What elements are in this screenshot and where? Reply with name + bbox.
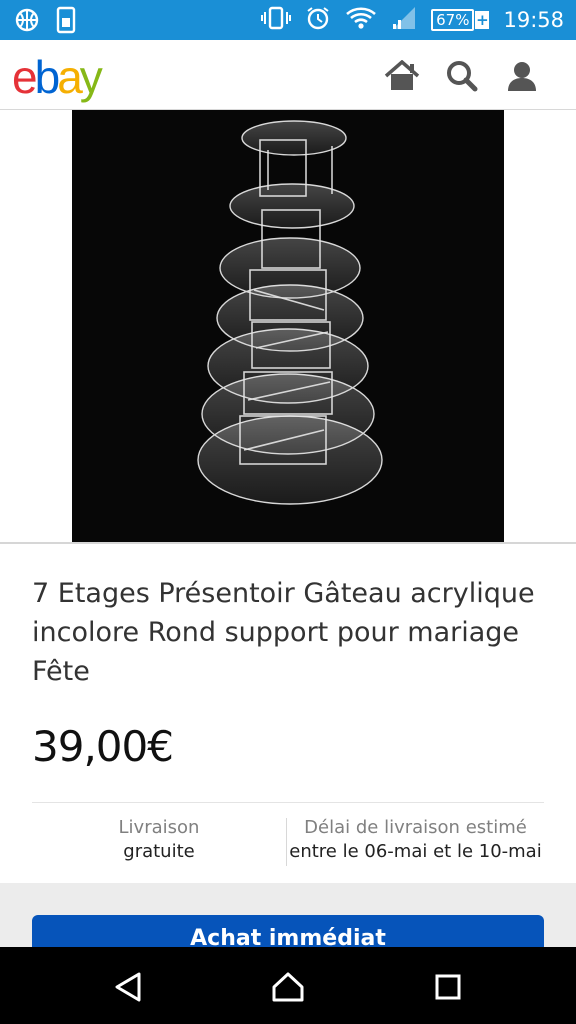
logo-letter-e: e: [12, 51, 38, 103]
app-header: ebay: [0, 40, 576, 110]
product-image[interactable]: [72, 110, 504, 542]
buy-now-label: Achat immédiat: [190, 926, 386, 947]
home-icon[interactable]: [384, 58, 420, 94]
status-bar: 67% + 19:58: [0, 0, 576, 40]
status-time: 19:58: [503, 8, 564, 32]
battery-indicator: 67% +: [431, 9, 490, 31]
search-icon[interactable]: [444, 58, 480, 94]
home-circle-icon[interactable]: [268, 967, 308, 1007]
alarm-icon: [305, 5, 331, 35]
product-price: 39,00€: [32, 722, 174, 771]
basketball-icon: [14, 7, 40, 37]
shipping-label: Livraison: [118, 817, 200, 838]
product-title: 7 Etages Présentoir Gâteau acrylique inc…: [32, 578, 535, 687]
shipping-cost: Livraison gratuite: [32, 816, 286, 864]
delivery-estimate-value: entre le 06-mai et le 10-mai: [289, 841, 542, 862]
buy-now-button[interactable]: Achat immédiat: [32, 915, 544, 947]
shipping-info: Livraison gratuite Délai de livraison es…: [32, 816, 544, 870]
delivery-estimate: Délai de livraison estimé entre le 06-ma…: [287, 816, 544, 864]
product-image-area: [0, 110, 576, 542]
user-icon[interactable]: [504, 58, 540, 94]
logo-letter-b: b: [34, 51, 61, 103]
recents-icon[interactable]: [428, 967, 468, 1007]
vibrate-icon: [261, 6, 292, 34]
logo-letter-y: y: [79, 51, 103, 103]
ebay-logo[interactable]: ebay: [12, 50, 103, 104]
signal-icon: [391, 5, 417, 35]
wifi-icon: [345, 5, 377, 35]
shipping-value: gratuite: [123, 841, 195, 862]
battery-charging-icon: +: [475, 11, 490, 29]
logo-letter-a: a: [57, 51, 83, 103]
sim-icon: [56, 6, 76, 38]
back-icon[interactable]: [108, 967, 148, 1007]
action-area: Achat immédiat: [0, 883, 576, 947]
delivery-estimate-label: Délai de livraison estimé: [304, 817, 527, 838]
divider: [0, 542, 576, 544]
system-nav-bar: [0, 947, 576, 1024]
battery-level: 67%: [431, 9, 475, 31]
divider: [32, 802, 544, 803]
